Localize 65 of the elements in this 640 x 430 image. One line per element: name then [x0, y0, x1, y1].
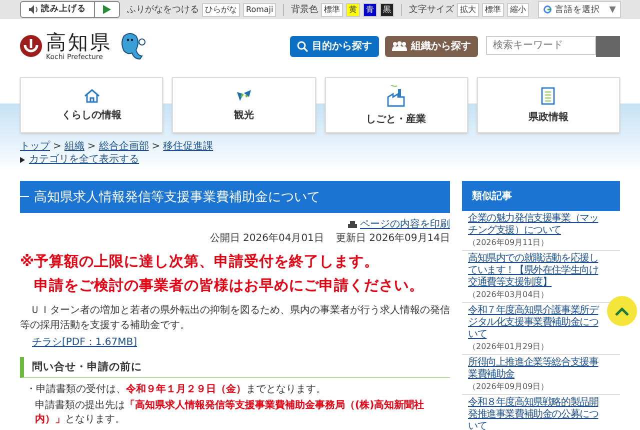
- category-card[interactable]: 観光: [172, 77, 316, 133]
- published-date: 公開日 2026年04月01日: [210, 233, 324, 245]
- chevron-up-icon: [615, 306, 629, 316]
- related-article-link[interactable]: 令和７年度高知県介護事業所デジタル化支援事業費補助金について: [468, 305, 606, 341]
- back-to-top-button[interactable]: [607, 296, 637, 326]
- breadcrumb-separator: >: [53, 141, 62, 153]
- search-category-button[interactable]: 目的から探す: [290, 36, 379, 56]
- furigana-option[interactable]: Romaji: [243, 2, 276, 16]
- category-card[interactable]: しごと・産業: [324, 77, 468, 133]
- background-color-option[interactable]: 黄: [346, 2, 360, 16]
- document-icon: [541, 86, 556, 104]
- background-color-label: 背景色: [291, 4, 318, 16]
- search-category-button[interactable]: 組織から探す: [385, 36, 478, 56]
- breadcrumb-link[interactable]: 総合企画部: [98, 141, 149, 153]
- article-date: （2026年09月11日）: [468, 237, 550, 248]
- category-card[interactable]: くらしの情報: [20, 77, 164, 133]
- people-icon: [392, 41, 407, 51]
- sidebar-heading: 類似記事: [462, 181, 620, 211]
- print-link[interactable]: ページの内容を印刷: [360, 219, 450, 231]
- background-color-option[interactable]: 標準: [321, 2, 344, 16]
- triangle-bullet-icon: [20, 157, 25, 163]
- article-date: （2026年09月09日）: [468, 381, 550, 392]
- pdf-link[interactable]: チラシ[PDF：1.67MB]: [32, 337, 138, 348]
- text-size-option[interactable]: 拡大: [457, 2, 480, 16]
- article-date: （2026年03月04日）: [468, 289, 550, 300]
- language-select[interactable]: 言語を選択 ▼: [538, 1, 621, 18]
- flags-icon: [236, 88, 252, 102]
- related-article-link[interactable]: 高知県内での就職活動を応援しています！【県外在住学生向け交通費等支援制度】: [468, 253, 606, 289]
- body-paragraph: ＵＩターン者の増加と若者の県外転出の抑制を図るため、県内の事業者が行う求人情報の発信等の採用活動を支援する補助金です。: [20, 304, 450, 333]
- category-card[interactable]: 県政情報: [476, 77, 620, 133]
- list-item-text: ・申請書類の受付は、令和９年１月２９日（金）までとなります。: [26, 383, 327, 397]
- breadcrumb-link[interactable]: 移住促進課: [163, 141, 214, 153]
- list-item-text: 申請書類の提出先は「高知県求人情報発信等支援事業費補助金事務局（(株)高知新聞社内）」となります。: [34, 399, 426, 427]
- logo-text: 高知県: [46, 31, 112, 53]
- search-button[interactable]: [596, 36, 620, 56]
- search-field[interactable]: 検索キーワード: [486, 36, 596, 54]
- breadcrumb-link[interactable]: 組織: [64, 141, 84, 153]
- furigana-label: ふりがなをつける: [127, 4, 199, 16]
- printer-icon: [348, 221, 357, 229]
- related-article-link[interactable]: 企業の魅力発信支援事業（マッチング支援）について: [468, 213, 606, 237]
- text-size-option[interactable]: 標準: [482, 2, 504, 16]
- section-heading: 問い合せ・申請の前に: [20, 357, 450, 378]
- notice-text: 申請をご検討の事業者の皆様はお早めにご申請ください。: [33, 277, 425, 295]
- background-color-option[interactable]: 黒: [380, 2, 394, 16]
- text-size-option[interactable]: 縮小: [507, 2, 530, 16]
- article-date: （2026年01月29日）: [468, 341, 550, 352]
- google-icon: [543, 5, 552, 14]
- breadcrumb-link[interactable]: トップ: [20, 141, 50, 153]
- breadcrumb-separator: >: [87, 141, 96, 153]
- prefecture-emblem-icon: [20, 35, 42, 57]
- updated-date: 更新日 2026年09月14日: [336, 233, 450, 245]
- factory-icon: [387, 84, 406, 106]
- related-article-link[interactable]: 令和８年度高知県戦略的製品開発推進事業費補助金の公募について: [468, 397, 606, 430]
- background-color-option[interactable]: 青: [363, 2, 378, 16]
- text-size-label: 文字サイズ: [409, 4, 454, 16]
- furigana-option[interactable]: ひらがな: [202, 2, 240, 16]
- speaker-icon: [29, 5, 39, 14]
- breadcrumb-separator: >: [152, 141, 160, 153]
- show-all-categories-link[interactable]: カテゴリを全て表示する: [29, 154, 139, 166]
- notice-text: ※予算額の上限に達し次第、申請受付を終了します。: [20, 253, 380, 271]
- play-icon: [103, 5, 111, 14]
- search-icon: [297, 40, 308, 52]
- page-title: 高知県求人情報発信等支援事業費補助金について: [20, 181, 450, 213]
- house-icon: [84, 88, 100, 102]
- related-article-link[interactable]: 所得向上推進企業等総合支援事業費補助金: [468, 357, 606, 381]
